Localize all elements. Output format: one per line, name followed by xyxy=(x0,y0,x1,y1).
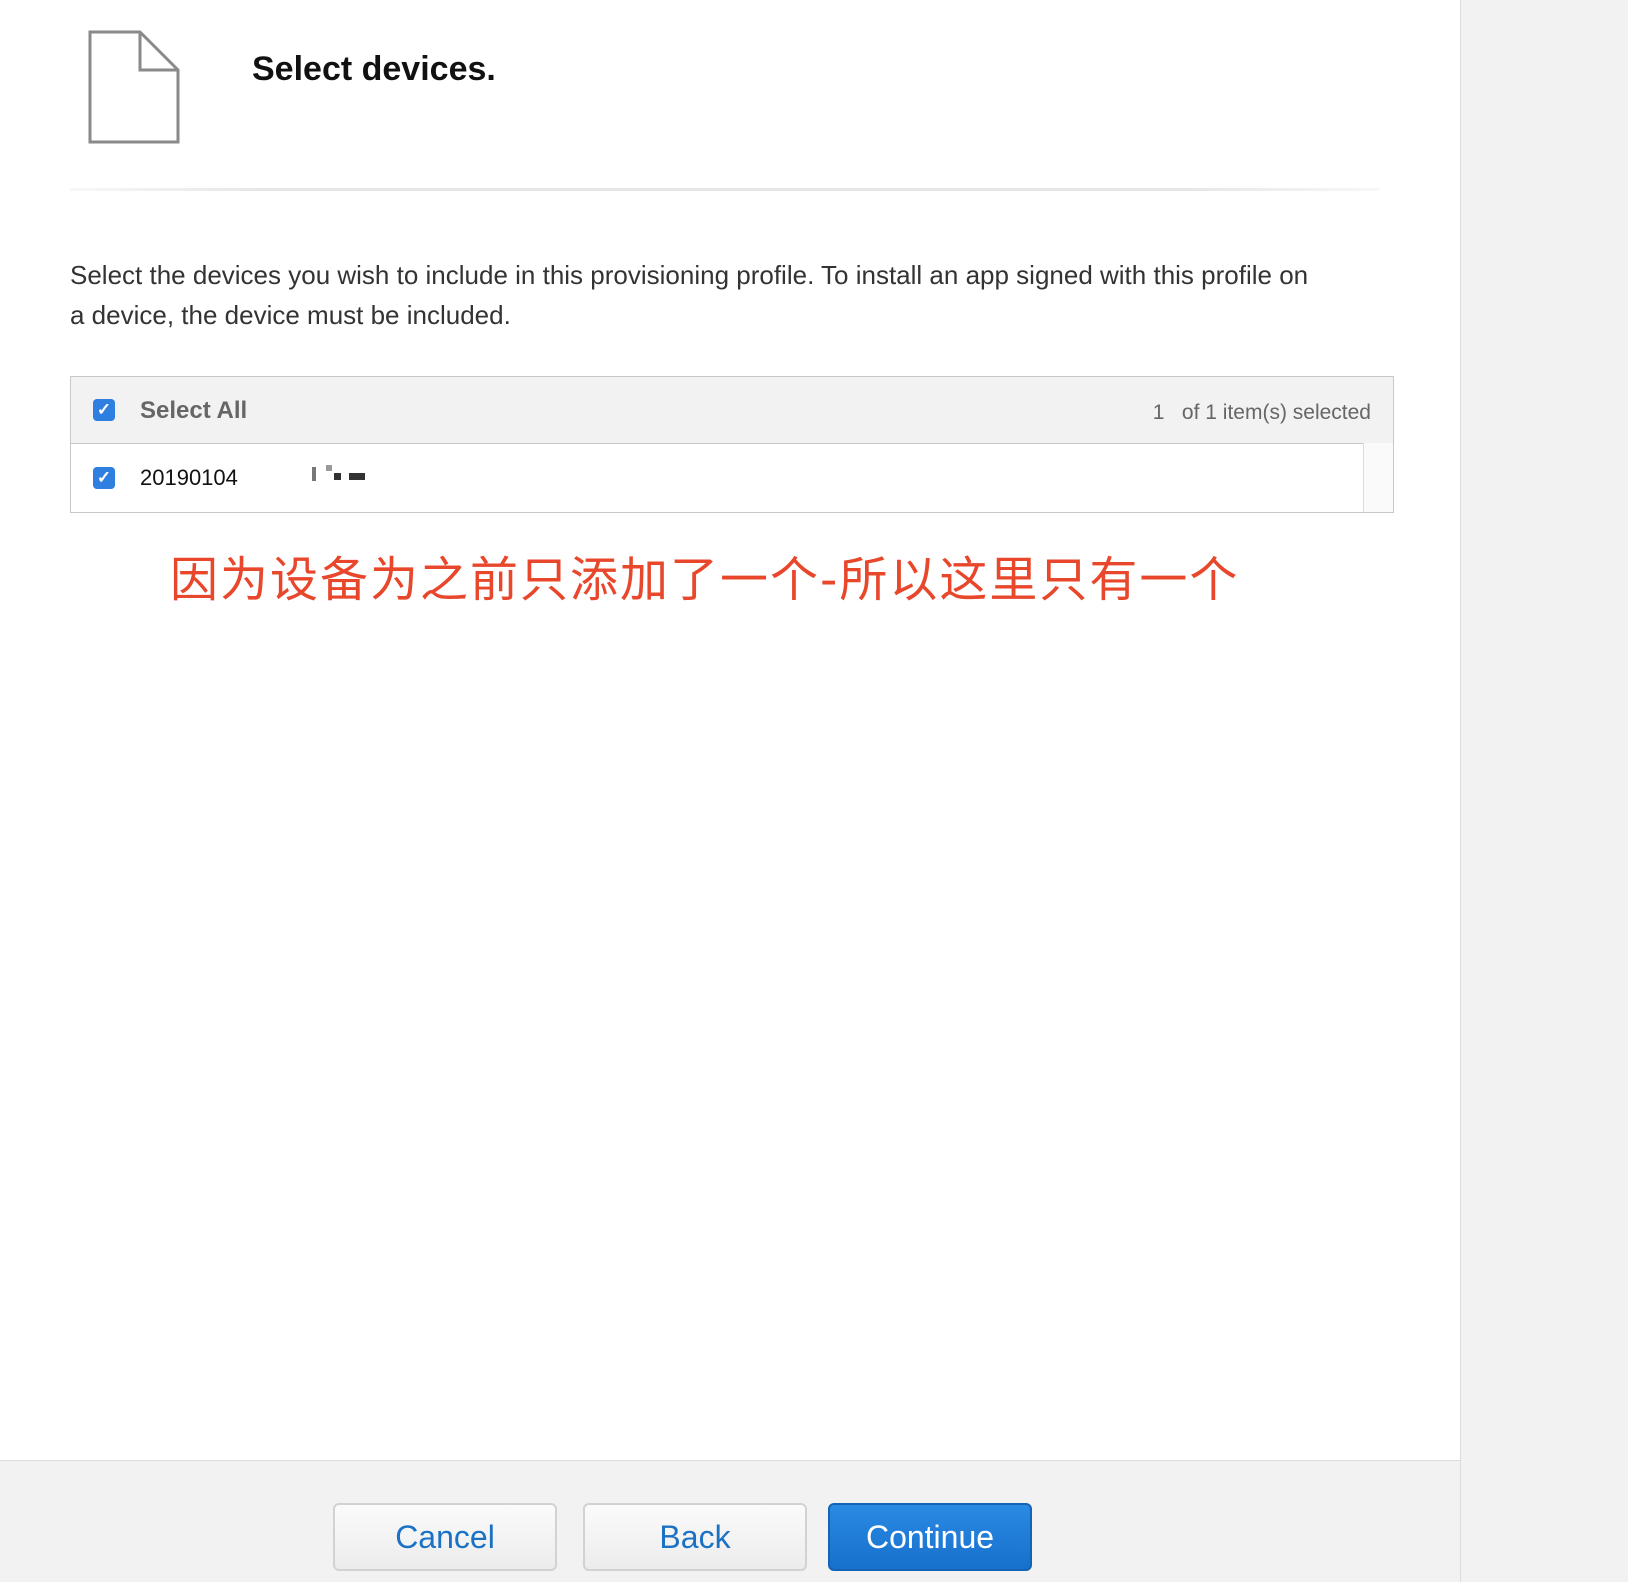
footer-bar: Cancel Back Continue xyxy=(0,1460,1460,1582)
right-gutter xyxy=(1460,0,1628,1582)
device-row[interactable]: ✓ 20190104 xyxy=(71,443,1393,512)
select-all-checkbox[interactable]: ✓ xyxy=(93,399,115,421)
back-button[interactable]: Back xyxy=(583,1503,807,1571)
redaction-mark xyxy=(312,467,316,481)
header-divider xyxy=(70,188,1380,191)
redaction-mark xyxy=(334,473,341,480)
page-title: Select devices. xyxy=(252,50,496,88)
device-checkbox[interactable]: ✓ xyxy=(93,467,115,489)
select-all-label: Select All xyxy=(140,397,248,424)
description-text: Select the devices you wish to include i… xyxy=(70,260,1309,330)
checkmark-icon: ✓ xyxy=(96,400,112,419)
cancel-button[interactable]: Cancel xyxy=(333,1503,557,1571)
selection-count: 1 of 1 item(s) selected xyxy=(1152,401,1371,424)
device-name: 20190104 xyxy=(140,465,238,491)
redaction-mark xyxy=(349,473,365,480)
scrollbar-track[interactable] xyxy=(1363,443,1393,512)
device-name-text: 20190104 xyxy=(140,465,238,490)
document-icon xyxy=(88,30,180,144)
checkmark-icon: ✓ xyxy=(96,468,112,487)
device-table: ✓ Select All 1 of 1 item(s) selected ✓ 2… xyxy=(70,376,1394,513)
annotation-text: 因为设备为之前只添加了一个-所以这里只有一个 xyxy=(170,552,1240,608)
table-header: ✓ Select All 1 of 1 item(s) selected xyxy=(71,377,1393,444)
main-panel: Select devices. Select the devices you w… xyxy=(0,0,1460,1582)
continue-button[interactable]: Continue xyxy=(828,1503,1032,1571)
redaction-mark xyxy=(326,465,332,471)
